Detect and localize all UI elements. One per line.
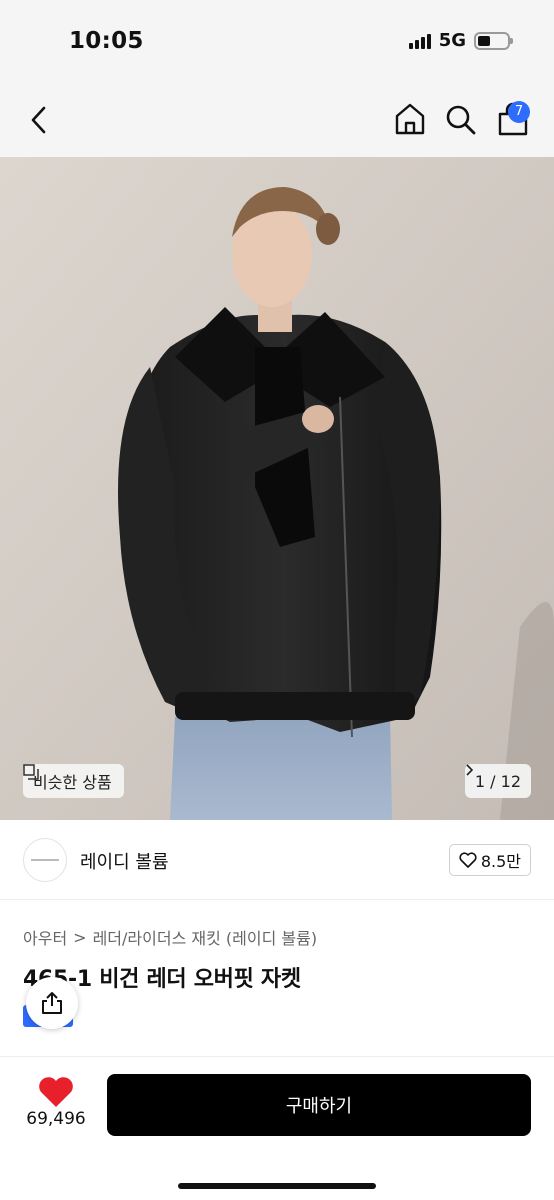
- breadcrumb-separator: >: [73, 927, 87, 947]
- battery-icon: [474, 31, 513, 50]
- breadcrumb: 아우터 > 레더/라이더스 재킷 (레이디 볼륨): [23, 925, 317, 949]
- brand-name[interactable]: 레이디 볼륨: [80, 848, 169, 874]
- brand-logo[interactable]: [23, 838, 67, 882]
- similar-products-button[interactable]: 비슷한 상품: [23, 764, 124, 798]
- copy-icon: [23, 764, 39, 780]
- brand-row: 레이디 볼륨 8.5만: [0, 820, 554, 900]
- cart-count-badge: 7: [508, 101, 530, 123]
- back-arrow-icon[interactable]: [26, 104, 54, 136]
- chevron-right-icon: [466, 764, 473, 776]
- like-count: 69,496: [26, 1109, 86, 1129]
- heart-filled-icon[interactable]: [36, 1075, 76, 1109]
- home-indicator: [178, 1183, 376, 1189]
- buy-button[interactable]: 구매하기: [107, 1074, 531, 1136]
- bottom-purchase-bar: 69,496 구매하기: [0, 1056, 554, 1200]
- product-photo: [0, 157, 554, 820]
- status-time: 10:05: [69, 28, 144, 54]
- brand-like-button[interactable]: 8.5만: [448, 844, 531, 876]
- similar-products-label: 비슷한 상품: [33, 773, 112, 792]
- image-counter[interactable]: 1 / 12: [464, 764, 531, 798]
- breadcrumb-category[interactable]: 아우터: [23, 925, 67, 949]
- network-type: 5G: [438, 30, 466, 51]
- search-icon[interactable]: [445, 104, 477, 136]
- breadcrumb-subcategory[interactable]: 레더/라이더스 재킷 (레이디 볼륨): [93, 925, 318, 949]
- top-bar: 10:05 5G 7: [0, 0, 554, 157]
- heart-outline-icon: [459, 852, 477, 868]
- home-icon[interactable]: [394, 102, 426, 136]
- signal-icon: [408, 33, 431, 49]
- share-icon: [42, 992, 62, 1014]
- share-button[interactable]: [26, 977, 78, 1029]
- image-counter-text: 1 / 12: [474, 771, 521, 791]
- status-indicators: 5G: [408, 30, 513, 51]
- brand-like-count: 8.5만: [480, 852, 521, 871]
- product-image[interactable]: 비슷한 상품 1 / 12: [0, 157, 554, 820]
